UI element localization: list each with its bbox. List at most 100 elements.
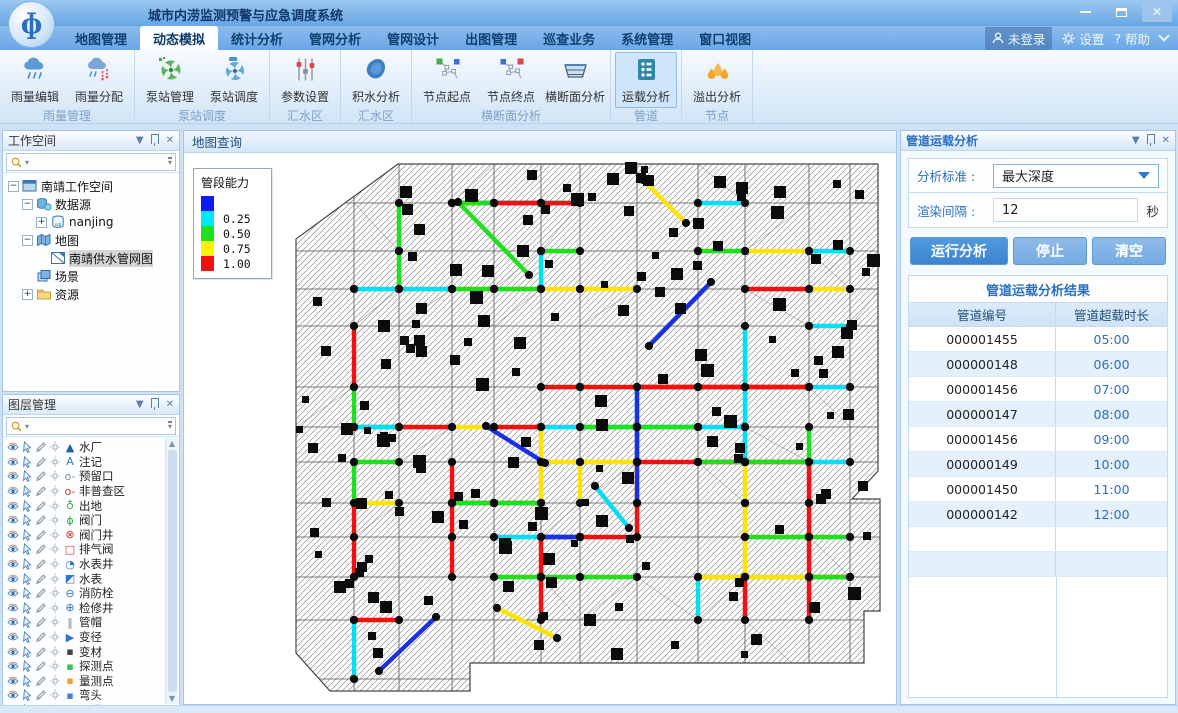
- visibility-eye-icon[interactable]: [7, 514, 19, 526]
- layer-row-1[interactable]: ▲水厂: [7, 440, 165, 455]
- tree-node-3[interactable]: +sqlnanjing: [5, 213, 177, 231]
- maximize-button[interactable]: [1106, 2, 1136, 22]
- layer-name[interactable]: 水表井: [79, 556, 114, 572]
- select-cursor-icon[interactable]: [21, 631, 33, 643]
- panel-dropdown-icon[interactable]: ▼: [136, 136, 144, 146]
- layer-row-3[interactable]: o-预留口: [7, 469, 165, 484]
- close-button[interactable]: ✕: [1142, 2, 1172, 22]
- snap-crosshair-icon[interactable]: [49, 675, 61, 687]
- visibility-eye-icon[interactable]: [7, 573, 19, 585]
- layer-name[interactable]: 探测点: [79, 658, 114, 674]
- select-cursor-icon[interactable]: [21, 587, 33, 599]
- tree-node-label[interactable]: 南靖工作空间: [41, 178, 113, 195]
- tree-node-label[interactable]: nanjing: [69, 215, 113, 229]
- menu-tab-1[interactable]: 地图管理: [62, 26, 140, 50]
- table-row[interactable]: 00000014806:00: [909, 352, 1167, 377]
- help-button[interactable]: ? 帮助: [1114, 29, 1150, 48]
- select-cursor-icon[interactable]: [21, 441, 33, 453]
- snap-crosshair-icon[interactable]: [49, 456, 61, 468]
- visibility-eye-icon[interactable]: [7, 500, 19, 512]
- layer-name[interactable]: 检修井: [79, 600, 114, 616]
- layer-row-14[interactable]: ▶变径: [7, 630, 165, 645]
- edit-pencil-icon[interactable]: [35, 529, 47, 541]
- ribbon-button-rain-dispatch[interactable]: 雨量分配: [68, 52, 130, 108]
- layer-row-18[interactable]: ▪弯头: [7, 688, 165, 703]
- expand-icon[interactable]: +: [36, 217, 47, 228]
- visibility-eye-icon[interactable]: [7, 529, 19, 541]
- visibility-eye-icon[interactable]: [7, 587, 19, 599]
- select-cursor-icon[interactable]: [21, 514, 33, 526]
- panel-dropdown-icon[interactable]: ▼: [1132, 136, 1140, 146]
- snap-crosshair-icon[interactable]: [49, 470, 61, 482]
- edit-pencil-icon[interactable]: [35, 543, 47, 555]
- layer-row-5[interactable]: ♁出地: [7, 498, 165, 513]
- visibility-eye-icon[interactable]: [7, 441, 19, 453]
- edit-pencil-icon[interactable]: [35, 646, 47, 658]
- menu-tab-4[interactable]: 管网分析: [296, 26, 374, 50]
- menu-tab-2[interactable]: 动态模拟: [140, 26, 218, 50]
- layer-row-11[interactable]: ⊖消防栓: [7, 586, 165, 601]
- layers-search-input[interactable]: ▾ ▾: [6, 417, 176, 435]
- panel-pin-icon[interactable]: [151, 134, 159, 147]
- ribbon-button-cross-section[interactable]: 横断面分析: [544, 52, 606, 108]
- edit-pencil-icon[interactable]: [35, 500, 47, 512]
- edit-pencil-icon[interactable]: [35, 689, 47, 701]
- select-cursor-icon[interactable]: [21, 675, 33, 687]
- visibility-eye-icon[interactable]: [7, 631, 19, 643]
- panel-pin-icon[interactable]: [151, 398, 159, 411]
- search-options-icon[interactable]: ▾: [168, 157, 172, 167]
- menu-tab-3[interactable]: 统计分析: [218, 26, 296, 50]
- run-analysis-button[interactable]: 运行分析: [910, 237, 1008, 265]
- table-row[interactable]: 00000014212:00: [909, 502, 1167, 527]
- map-canvas[interactable]: 管段能力 0.250.500.751.00: [184, 153, 896, 704]
- edit-pencil-icon[interactable]: [35, 675, 47, 687]
- collapse-icon[interactable]: −: [8, 181, 19, 192]
- tree-node-label[interactable]: 南靖供水管网图: [69, 250, 153, 267]
- table-row[interactable]: 00000145609:00: [909, 427, 1167, 452]
- tree-node-label[interactable]: 场景: [55, 268, 79, 285]
- layer-name[interactable]: 消防栓: [79, 585, 114, 601]
- layer-name[interactable]: 水表: [79, 571, 102, 587]
- snap-crosshair-icon[interactable]: [49, 573, 61, 585]
- table-row[interactable]: 00000014910:00: [909, 452, 1167, 477]
- tree-node-4[interactable]: −地图: [5, 231, 177, 249]
- clear-button[interactable]: 清空: [1092, 237, 1166, 265]
- collapse-icon[interactable]: −: [22, 199, 33, 210]
- layer-row-10[interactable]: ◩水表: [7, 571, 165, 586]
- snap-crosshair-icon[interactable]: [49, 631, 61, 643]
- select-cursor-icon[interactable]: [21, 660, 33, 672]
- menu-tab-6[interactable]: 出图管理: [452, 26, 530, 50]
- table-row[interactable]: 00000145011:00: [909, 477, 1167, 502]
- select-cursor-icon[interactable]: [21, 616, 33, 628]
- snap-crosshair-icon[interactable]: [49, 485, 61, 497]
- visibility-eye-icon[interactable]: [7, 689, 19, 701]
- select-cursor-icon[interactable]: [21, 485, 33, 497]
- visibility-eye-icon[interactable]: [7, 543, 19, 555]
- panel-dropdown-icon[interactable]: ▼: [136, 400, 144, 410]
- chevron-down-icon[interactable]: [1158, 30, 1169, 41]
- stop-button[interactable]: 停止: [1013, 237, 1087, 265]
- layer-name[interactable]: 弯头: [79, 687, 102, 703]
- edit-pencil-icon[interactable]: [35, 485, 47, 497]
- select-cursor-icon[interactable]: [21, 558, 33, 570]
- layer-name[interactable]: 排气阀: [79, 541, 114, 557]
- workspace-search-input[interactable]: ▾ ▾: [6, 153, 176, 171]
- search-options-icon[interactable]: ▾: [168, 421, 172, 431]
- select-cursor-icon[interactable]: [21, 602, 33, 614]
- snap-crosshair-icon[interactable]: [49, 500, 61, 512]
- ribbon-button-pump-green[interactable]: 泵站管理: [139, 52, 201, 108]
- collapse-icon[interactable]: −: [22, 235, 33, 246]
- layer-row-6[interactable]: ϕ阀门: [7, 513, 165, 528]
- layer-row-17[interactable]: ▪量测点: [7, 674, 165, 689]
- select-cursor-icon[interactable]: [21, 456, 33, 468]
- visibility-eye-icon[interactable]: [7, 558, 19, 570]
- search-dropdown-icon[interactable]: ▾: [25, 422, 29, 431]
- visibility-eye-icon[interactable]: [7, 456, 19, 468]
- visibility-eye-icon[interactable]: [7, 602, 19, 614]
- edit-pencil-icon[interactable]: [35, 558, 47, 570]
- select-cursor-icon[interactable]: [21, 543, 33, 555]
- table-row[interactable]: 00000145607:00: [909, 377, 1167, 402]
- select-cursor-icon[interactable]: [21, 689, 33, 701]
- ribbon-button-sliders[interactable]: 参数设置: [274, 52, 336, 108]
- layer-row-2[interactable]: A注记: [7, 455, 165, 470]
